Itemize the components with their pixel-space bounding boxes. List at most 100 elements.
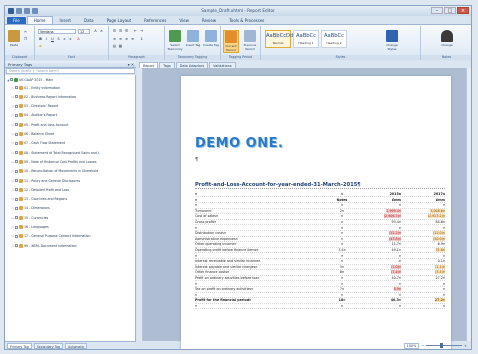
tree-item[interactable]: ◢ UK GAAP 2015 - Main <box>5 76 53 83</box>
value-prior[interactable]: (12.0)¤ <box>432 231 445 236</box>
zoom-slider-knob[interactable] <box>440 343 444 348</box>
value-prior[interactable]: 84.6¤ <box>436 220 445 224</box>
tree-checkbox[interactable] <box>15 216 18 220</box>
value-prior[interactable]: (3.5)¤ <box>435 270 445 275</box>
tree-checkbox[interactable] <box>15 151 18 155</box>
value-current[interactable]: (12.2)¤ <box>388 231 401 236</box>
ribbon-tab-view[interactable]: View <box>173 17 195 24</box>
style-heading-1[interactable]: AaBbCc Heading 1 <box>293 30 319 48</box>
value-prior[interactable]: 27.2¤ <box>434 298 445 303</box>
zoom-out-icon[interactable]: − <box>421 344 424 348</box>
tree-checkbox[interactable] <box>15 179 18 182</box>
font-size-select[interactable]: 12 <box>78 29 90 34</box>
value-prior[interactable]: 31.6¤ <box>435 248 445 252</box>
doc-tab-validations[interactable]: Validations <box>209 62 236 68</box>
create-tag-button[interactable]: Create Tag <box>203 30 219 47</box>
insert-tag-button[interactable]: Insert Tag <box>185 30 201 47</box>
vertical-scrollbar[interactable] <box>466 68 471 341</box>
strikethrough-icon[interactable]: S <box>56 37 61 42</box>
underline-icon[interactable]: U <box>50 37 55 42</box>
value-prior[interactable]: (2,923.2)¤ <box>427 214 445 219</box>
tree-item[interactable]: ▷ 04 - Auditor's Report <box>5 112 57 119</box>
value-prior[interactable]: (1.1)¤ <box>435 264 445 269</box>
report-heading[interactable]: Profit-and-Loss-Account-for-year-ended-3… <box>195 182 445 189</box>
tree-item[interactable]: ▷ 99 - XBRL Document Information <box>5 242 77 249</box>
zoom-in-icon[interactable]: + <box>464 344 467 348</box>
paste-button[interactable]: Paste <box>6 30 22 47</box>
value-prior[interactable]: (50.0)¤ <box>432 236 445 241</box>
tree-checkbox[interactable] <box>15 244 18 248</box>
value-current[interactable]: (2,906.3)¤ <box>383 214 401 219</box>
doc-tab-tags[interactable]: Tags <box>159 62 175 68</box>
tree-checkbox[interactable] <box>15 132 18 136</box>
tree-item[interactable]: ▷ 02 - Business Report Information <box>5 93 76 100</box>
value-current[interactable]: £mm <box>392 198 401 202</box>
shading-icon[interactable]: ▤ <box>112 44 117 49</box>
shrink-font-icon[interactable]: a <box>99 29 104 34</box>
panel-tab-primary-tag[interactable]: Primary Tag <box>7 342 32 349</box>
style-normal[interactable]: AaBbCcDd Normal <box>265 30 293 48</box>
value-prior[interactable]: ¤ <box>443 282 445 286</box>
tree-checkbox[interactable] <box>15 141 18 145</box>
font-color-icon[interactable]: A <box>76 37 81 42</box>
tree-item[interactable]: ▷ 11 - Policy and General Disclosures <box>5 177 80 184</box>
change-styles-button[interactable]: Change Styles <box>383 30 401 51</box>
tree-item[interactable]: ▷ 08 - Statement of Total Recognised Gain… <box>5 149 100 156</box>
tree-checkbox[interactable] <box>15 86 18 89</box>
doc-tab-data-adaptors[interactable]: Data Adaptors <box>175 62 209 68</box>
value-current[interactable]: 40.3¤ <box>391 298 401 302</box>
ribbon-tab-data[interactable]: Data <box>78 17 100 24</box>
tree-checkbox[interactable] <box>10 78 13 81</box>
tree-checkbox[interactable] <box>15 234 18 238</box>
value-current[interactable]: 49.1¤ <box>392 248 401 252</box>
italic-icon[interactable]: I <box>44 37 49 42</box>
tag-search-input[interactable]: Search (prefix + "search term") <box>6 68 135 74</box>
value-current[interactable]: 40.7¤ <box>392 276 401 280</box>
tree-item[interactable]: ▷ 15 - Currencies <box>5 214 48 221</box>
value-prior[interactable]: ¤ <box>443 254 445 258</box>
tree-item[interactable]: ▷ 01 - Entity Information <box>5 84 60 91</box>
increase-indent-icon[interactable]: ⇥ <box>139 29 144 34</box>
tree-checkbox[interactable] <box>15 95 18 99</box>
tree-checkbox[interactable] <box>15 160 18 164</box>
ribbon-tab-insert[interactable]: Insert <box>54 17 77 24</box>
tree-item[interactable]: ▷ 13 - Countries and Regions <box>5 196 67 203</box>
font-family-select[interactable]: Verdana <box>38 29 76 34</box>
tree-item[interactable]: ▷ 05 - Profit and Loss Account <box>5 121 68 128</box>
minimize-button[interactable]: – <box>431 7 443 14</box>
superscript-icon[interactable]: x <box>68 37 73 42</box>
bullets-icon[interactable]: ☰ <box>112 29 117 34</box>
subscript-icon[interactable]: x <box>62 37 67 42</box>
value-prior[interactable]: 2017a <box>434 192 445 196</box>
ribbon-tab-references[interactable]: References <box>138 17 172 24</box>
tree-checkbox[interactable] <box>15 169 18 173</box>
tree-item[interactable]: ▷ 06 - Balance Sheet <box>5 131 54 138</box>
panel-tab-automatic[interactable]: Automatic <box>65 342 88 349</box>
tree-checkbox[interactable] <box>15 104 18 108</box>
value-prior[interactable]: 0.1¤ <box>438 259 445 263</box>
line-spacing-icon[interactable]: ↕ <box>139 37 144 42</box>
value-prior[interactable]: ¤ <box>443 304 445 308</box>
value-current[interactable]: 11.7¤ <box>392 242 401 246</box>
tree-checkbox[interactable] <box>15 225 18 229</box>
cut-icon[interactable]: ✂ <box>23 30 28 35</box>
value-prior[interactable]: ¤ <box>443 287 445 291</box>
value-current[interactable]: (7.4)¤ <box>391 270 401 275</box>
decrease-indent-icon[interactable]: ⇤ <box>133 29 138 34</box>
tree-item[interactable]: ▷ 03 - Directors' Report <box>5 103 58 110</box>
previous-period-button[interactable]: Previous Period <box>242 30 258 51</box>
zoom-slider[interactable] <box>426 343 463 348</box>
ribbon-tab-file[interactable]: File <box>7 17 26 24</box>
zoom-level[interactable]: 100% <box>403 342 420 349</box>
tree-checkbox[interactable] <box>15 123 18 127</box>
value-current[interactable]: 2,999.4¤ <box>386 208 401 213</box>
ribbon-tab-review[interactable]: Review <box>196 17 222 24</box>
grow-font-icon[interactable]: A <box>93 29 98 34</box>
align-center-icon[interactable]: ≡ <box>118 37 123 42</box>
tree-item[interactable]: ▷ 07 - Cash Flow Statement <box>5 140 65 147</box>
align-right-icon[interactable]: ≡ <box>124 37 129 42</box>
highlight-icon[interactable]: ▰ <box>38 44 43 49</box>
borders-icon[interactable]: ▦ <box>118 44 123 49</box>
style-heading-2[interactable]: AaBbCc Heading 2 <box>321 30 347 48</box>
value-prior[interactable]: £mm <box>436 198 445 202</box>
